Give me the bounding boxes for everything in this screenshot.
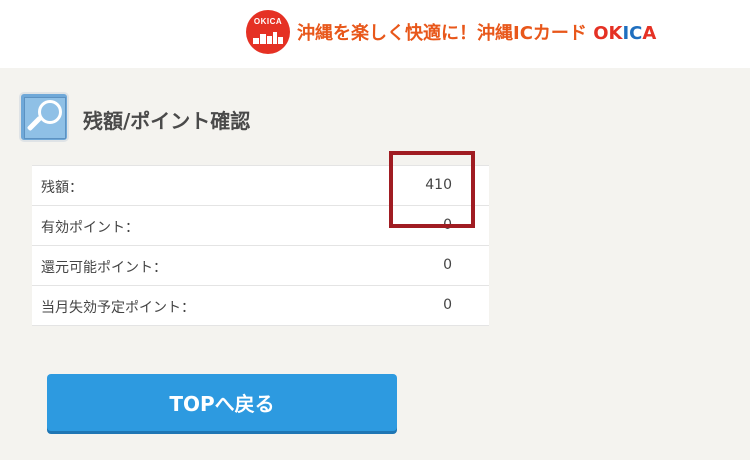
redeemable-points-value: 0: [443, 257, 452, 273]
balance-highlight-box: [389, 151, 475, 228]
balance-label: 残額：: [41, 180, 83, 196]
tagline-a: A: [642, 23, 657, 44]
table-row-redeemable-points: 還元可能ポイント： 0: [32, 246, 489, 286]
city-skyline-icon: [253, 32, 283, 44]
okica-logo[interactable]: OKICA: [246, 10, 290, 54]
header-bar: OKICA 沖縄を楽しく快適に！沖縄ICカード OKICA: [0, 0, 750, 68]
magnifier-lens: [38, 100, 62, 124]
back-to-top-button[interactable]: TOPへ戻る: [47, 374, 397, 431]
tagline-ic: IC: [622, 23, 643, 44]
search-icon: [19, 92, 69, 142]
header-tagline: 沖縄を楽しく快適に！沖縄ICカード OKICA: [297, 19, 656, 45]
tagline-ok: OK: [593, 23, 623, 44]
logo-text: OKICA: [253, 17, 283, 26]
page-title: 残額/ポイント確認: [83, 109, 251, 133]
expiring-points-label: 当月失効予定ポイント：: [41, 300, 195, 316]
tagline-main: 沖縄を楽しく快適に！沖縄ICカード: [297, 23, 594, 44]
valid-points-label: 有効ポイント：: [41, 220, 139, 236]
redeemable-points-label: 還元可能ポイント：: [41, 260, 167, 276]
table-row-expiring-points: 当月失効予定ポイント： 0: [32, 286, 489, 326]
expiring-points-value: 0: [443, 297, 452, 313]
